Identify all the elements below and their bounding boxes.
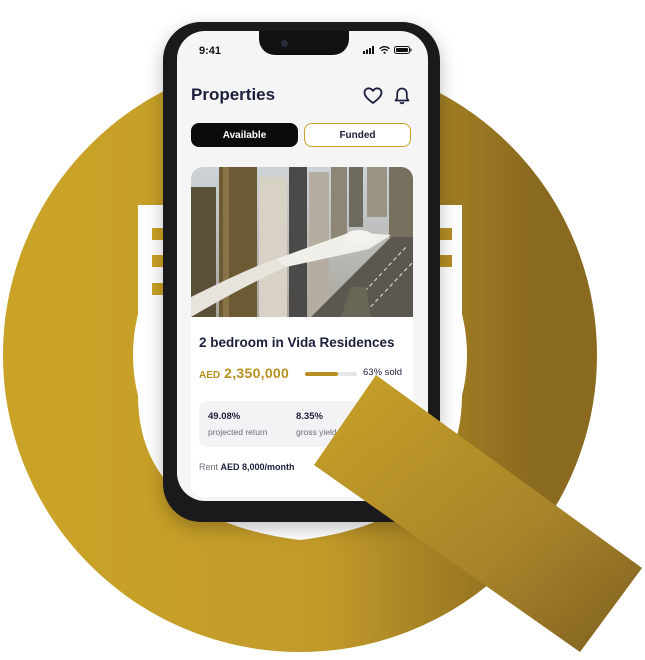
bell-icon[interactable] <box>394 87 410 105</box>
tab-funded[interactable]: Funded <box>304 123 411 147</box>
projected-return-label: projected return <box>208 427 268 437</box>
property-title: 2 bedroom in Vida Residences <box>199 335 395 350</box>
signal-icon <box>363 46 374 54</box>
heart-icon[interactable] <box>363 87 383 105</box>
phone-screen: 9:41 Properties Available Funded 2 bedro… <box>177 31 428 501</box>
price-currency: AED <box>199 370 221 381</box>
rent-info: Rent AED 8,000/month <box>199 462 295 472</box>
gross-yield-value: 8.35% <box>296 411 323 422</box>
sold-percentage: 63% sold <box>363 367 403 378</box>
status-time: 9:41 <box>199 45 222 57</box>
stats-panel: 49.08% projected return 8.35% gross yiel… <box>199 401 405 447</box>
wifi-icon <box>379 46 390 54</box>
property-price: 2,350,000 <box>224 365 290 381</box>
page-title: Properties <box>191 85 276 104</box>
camera-icon <box>281 40 288 47</box>
property-photo <box>191 167 413 317</box>
tab-available[interactable]: Available <box>191 123 298 147</box>
funding-progress-bar <box>305 372 357 376</box>
property-card[interactable]: 2 bedroom in Vida Residences AED 2,350,0… <box>191 167 413 497</box>
funding-progress-fill <box>305 372 338 376</box>
gross-yield-label: gross yield <box>296 427 337 437</box>
rent-label: Rent <box>199 462 219 472</box>
rent-value: AED 8,000/month <box>220 462 295 472</box>
price-row: AED 2,350,000 <box>199 365 289 381</box>
battery-icon <box>394 46 412 54</box>
projected-return-value: 49.08% <box>208 411 241 422</box>
phone-notch <box>259 31 349 55</box>
status-icons <box>363 46 412 54</box>
